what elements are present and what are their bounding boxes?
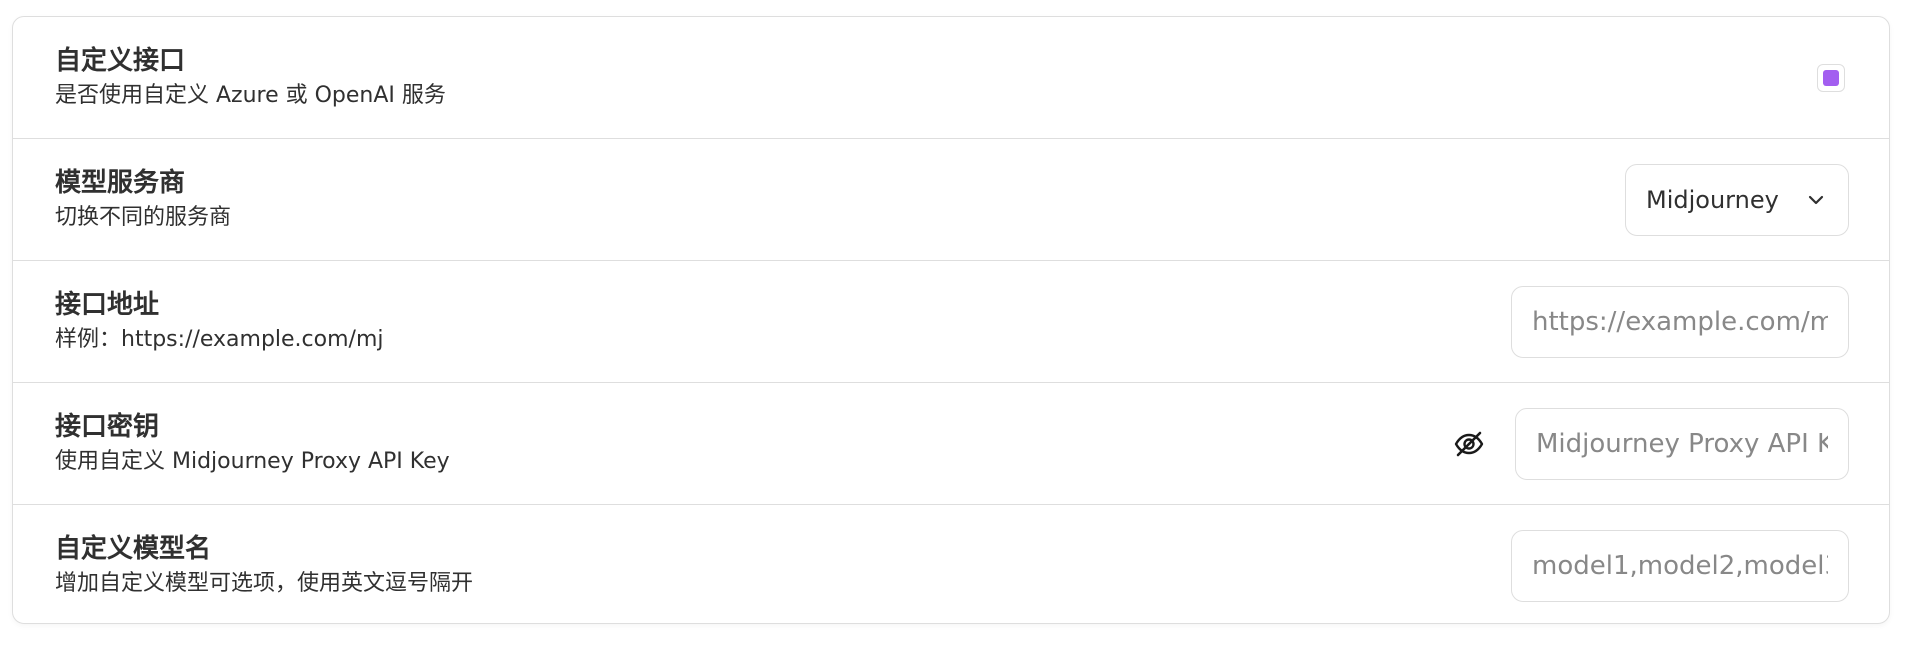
checkbox-checked-mark xyxy=(1823,69,1839,86)
endpoint-url-controls xyxy=(1511,285,1849,358)
provider-subtitle: 切换不同的服务商 xyxy=(55,204,232,230)
custom-models-controls xyxy=(1511,530,1849,602)
provider-selected-value: Midjourney xyxy=(1646,185,1779,214)
custom-models-text: 自定义模型名 增加自定义模型可选项，使用英文逗号隔开 xyxy=(55,531,473,601)
endpoint-url-input[interactable] xyxy=(1511,285,1849,358)
custom-endpoint-row: 自定义接口 是否使用自定义 Azure 或 OpenAI 服务 xyxy=(13,17,1889,139)
api-key-title: 接口密钥 xyxy=(55,411,160,442)
provider-row: 模型服务商 切换不同的服务商 Midjourney xyxy=(13,139,1889,261)
custom-endpoint-checkbox[interactable] xyxy=(1817,63,1845,92)
endpoint-url-row: 接口地址 样例：https://example.com/mj xyxy=(13,261,1889,383)
custom-endpoint-controls xyxy=(1817,63,1849,92)
api-key-controls xyxy=(1449,407,1849,480)
api-key-subtitle: 使用自定义 Midjourney Proxy API Key xyxy=(55,448,450,474)
api-key-row: 接口密钥 使用自定义 Midjourney Proxy API Key xyxy=(13,383,1889,505)
endpoint-url-text: 接口地址 样例：https://example.com/mj xyxy=(55,287,384,357)
provider-select[interactable]: Midjourney xyxy=(1625,163,1849,236)
custom-models-subtitle: 增加自定义模型可选项，使用英文逗号隔开 xyxy=(55,571,474,596)
endpoint-url-subtitle: 样例：https://example.com/mj xyxy=(55,326,384,352)
custom-endpoint-subtitle: 是否使用自定义 Azure 或 OpenAI 服务 xyxy=(55,82,446,108)
toggle-visibility-button[interactable] xyxy=(1449,424,1489,464)
custom-models-input[interactable] xyxy=(1511,530,1849,602)
provider-title: 模型服务商 xyxy=(55,167,186,198)
provider-text: 模型服务商 切换不同的服务商 xyxy=(55,165,231,235)
api-key-text: 接口密钥 使用自定义 Midjourney Proxy API Key xyxy=(55,409,450,479)
endpoint-url-title: 接口地址 xyxy=(55,289,160,320)
custom-models-title: 自定义模型名 xyxy=(55,534,212,564)
provider-controls: Midjourney xyxy=(1625,163,1849,236)
custom-models-row: 自定义模型名 增加自定义模型可选项，使用英文逗号隔开 xyxy=(13,505,1889,623)
chevron-down-icon xyxy=(1806,190,1826,210)
custom-endpoint-text: 自定义接口 是否使用自定义 Azure 或 OpenAI 服务 xyxy=(55,43,446,113)
eye-off-icon xyxy=(1454,431,1484,456)
custom-endpoint-title: 自定义接口 xyxy=(55,45,186,76)
settings-panel: 自定义接口 是否使用自定义 Azure 或 OpenAI 服务 模型服务商 切换… xyxy=(12,16,1890,624)
api-key-input[interactable] xyxy=(1515,407,1849,480)
